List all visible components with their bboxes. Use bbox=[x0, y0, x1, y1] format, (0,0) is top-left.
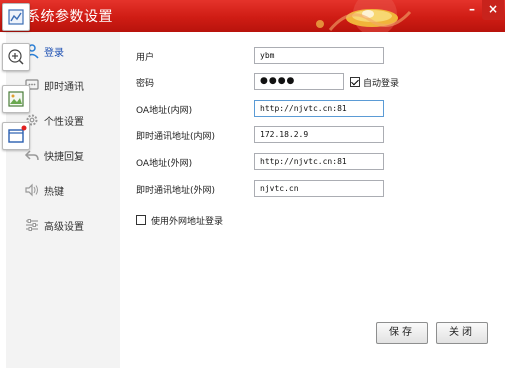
im-external-label: 即时通讯地址(外网) bbox=[136, 186, 216, 196]
use-external-label: 使用外网地址登录 bbox=[151, 217, 224, 227]
oa-internal-label: OA地址(内网) bbox=[136, 106, 193, 116]
im-internal-label: 即时通讯地址(内网) bbox=[136, 132, 216, 142]
close-window-button[interactable]: × bbox=[482, 0, 504, 20]
zoom-in-button[interactable] bbox=[2, 43, 30, 71]
zoom-in-icon bbox=[8, 49, 24, 65]
image-icon bbox=[8, 91, 24, 107]
oa-external-label: OA地址(外网) bbox=[136, 159, 193, 169]
chart-tool-button[interactable] bbox=[2, 3, 30, 31]
floating-toolbar bbox=[0, 0, 32, 160]
save-button[interactable]: 保存 bbox=[376, 322, 428, 344]
password-label: 密码 bbox=[136, 79, 155, 89]
password-field[interactable]: ●●●● bbox=[254, 73, 344, 90]
sidebar-item-label: 即时通讯 bbox=[44, 82, 84, 93]
chart-icon bbox=[8, 9, 24, 25]
sidebar-item-label: 快捷回复 bbox=[44, 152, 84, 163]
sidebar-item-hotkeys[interactable]: 热键 bbox=[6, 177, 120, 203]
title-bar: 系统参数设置 – × bbox=[0, 0, 505, 32]
image-tool-button[interactable] bbox=[2, 85, 30, 113]
user-label: 用户 bbox=[136, 53, 155, 63]
speaker-icon bbox=[25, 183, 38, 197]
sidebar-item-advanced[interactable]: 高级设置 bbox=[6, 212, 120, 238]
sidebar-item-label: 高级设置 bbox=[44, 222, 84, 233]
auto-login-checkbox[interactable] bbox=[350, 77, 360, 87]
auto-login-label: 自动登录 bbox=[363, 79, 400, 89]
im-external-field[interactable]: njvtc.cn bbox=[254, 180, 384, 197]
close-button[interactable]: 关闭 bbox=[436, 322, 488, 344]
user-field[interactable]: ybm bbox=[254, 47, 384, 64]
settings-panel: 用户 ybm 密码 ●●●● 自动登录 OA地址(内网) http://njvt… bbox=[120, 32, 505, 374]
sidebar-item-label: 个性设置 bbox=[44, 117, 84, 128]
im-internal-field[interactable]: 172.18.2.9 bbox=[254, 126, 384, 143]
use-external-checkbox[interactable] bbox=[136, 215, 146, 225]
sidebar-item-label: 热键 bbox=[44, 187, 64, 198]
oa-internal-field[interactable]: http://njvtc.cn:81 bbox=[254, 100, 384, 117]
window-icon bbox=[8, 125, 27, 143]
oa-external-field[interactable]: http://njvtc.cn:81 bbox=[254, 153, 384, 170]
window-tool-button[interactable] bbox=[2, 122, 30, 150]
sidebar-item-label: 登录 bbox=[44, 48, 64, 59]
decorative-banner-icon bbox=[316, 0, 412, 32]
window-title: 系统参数设置 bbox=[26, 9, 113, 25]
minimize-button[interactable]: – bbox=[462, 0, 482, 20]
sliders-icon bbox=[26, 219, 38, 231]
